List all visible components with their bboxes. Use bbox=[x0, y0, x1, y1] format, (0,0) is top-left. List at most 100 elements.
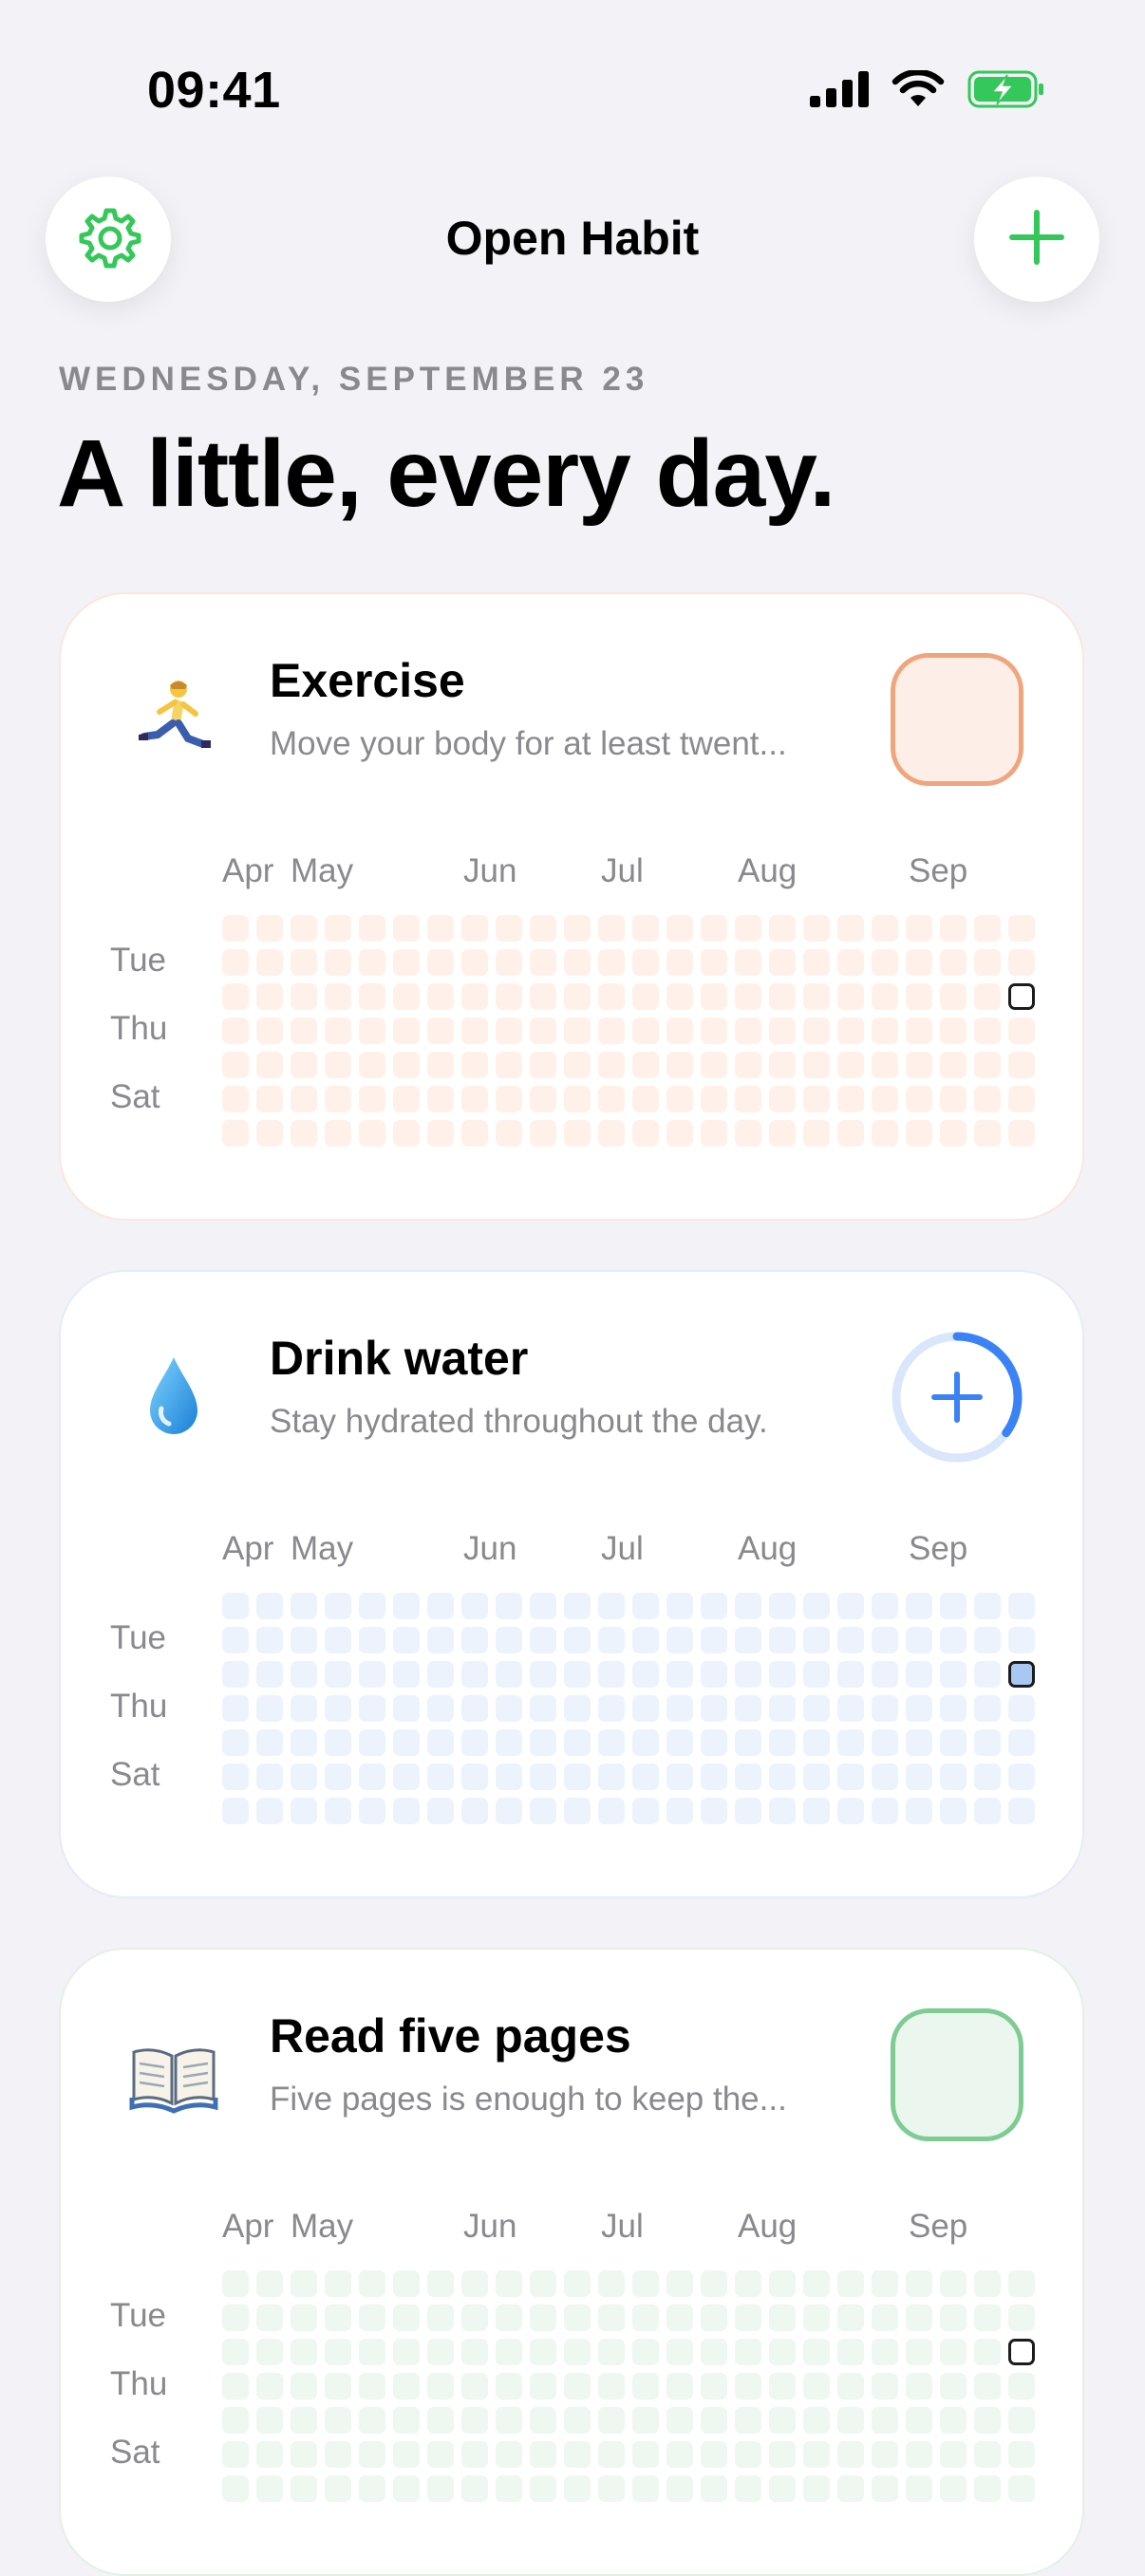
heatmap-cell bbox=[837, 915, 864, 942]
complete-today-checkbox[interactable] bbox=[891, 2008, 1023, 2141]
heatmap-cell bbox=[735, 2475, 761, 2502]
heatmap-cell bbox=[666, 1729, 693, 1756]
complete-today-checkbox[interactable] bbox=[891, 653, 1023, 786]
heatmap-cell bbox=[803, 2407, 830, 2434]
add-habit-button[interactable] bbox=[974, 177, 1099, 302]
heatmap-cell bbox=[496, 1120, 522, 1147]
heatmap-cell bbox=[530, 2407, 556, 2434]
heatmap-cell bbox=[735, 915, 761, 942]
heatmap-cell bbox=[735, 2373, 761, 2399]
heatmap-cell bbox=[837, 1052, 864, 1078]
habit-card-drink-water[interactable]: Drink water Stay hydrated throughout the… bbox=[59, 1270, 1084, 1898]
heatmap-cell bbox=[564, 1017, 591, 1044]
heatmap-cell bbox=[632, 2373, 659, 2399]
habit-description: Stay hydrated throughout the day. bbox=[270, 1403, 768, 1440]
heatmap-cell bbox=[906, 1764, 932, 1790]
heatmap-cell bbox=[359, 1729, 385, 1756]
heatmap-cell bbox=[701, 2475, 727, 2502]
heatmap-cell bbox=[940, 2339, 967, 2365]
heatmap-cell bbox=[393, 1729, 420, 1756]
heatmap-cell bbox=[906, 2407, 932, 2434]
heatmap-cell bbox=[359, 2270, 385, 2297]
heatmap-cell bbox=[837, 1764, 864, 1790]
heatmap-cell bbox=[940, 1798, 967, 1824]
heatmap-cell bbox=[974, 2407, 1001, 2434]
heatmap-cell bbox=[1008, 915, 1035, 942]
heatmap-cell bbox=[393, 915, 420, 942]
heatmap-cell bbox=[393, 1661, 420, 1688]
heatmap-cell bbox=[1008, 2270, 1035, 2297]
heatmap-cell bbox=[256, 1120, 283, 1147]
heatmap-months: Apr May Jun Jul Aug Sep bbox=[61, 1530, 1086, 1577]
heatmap-cell-today bbox=[1008, 2339, 1035, 2365]
heatmap-cell bbox=[530, 1798, 556, 1824]
heatmap-cell bbox=[359, 1017, 385, 1044]
heatmap-cell bbox=[530, 1695, 556, 1722]
heatmap-cell bbox=[256, 1695, 283, 1722]
day-label: Thu bbox=[110, 2365, 168, 2402]
heatmap-cell bbox=[393, 2339, 420, 2365]
heatmap-cell bbox=[701, 2407, 727, 2434]
open-book-emoji-icon bbox=[122, 2022, 226, 2126]
heatmap-cell bbox=[974, 2475, 1001, 2502]
heatmap-cell bbox=[632, 1593, 659, 1619]
heatmap-cell bbox=[325, 1052, 351, 1078]
heatmap-cell bbox=[940, 1052, 967, 1078]
heatmap-cell bbox=[769, 1661, 796, 1688]
heatmap-cell bbox=[427, 2373, 454, 2399]
heatmap-cell bbox=[666, 915, 693, 942]
heatmap-cell bbox=[598, 1052, 625, 1078]
heatmap-cell bbox=[461, 1017, 488, 1044]
heatmap-cell bbox=[872, 1120, 898, 1147]
heatmap-cell bbox=[291, 2373, 317, 2399]
heatmap-cell bbox=[940, 1729, 967, 1756]
progress-ring-button[interactable] bbox=[891, 1331, 1023, 1464]
heatmap-cell bbox=[701, 1661, 727, 1688]
heatmap-cell bbox=[735, 2339, 761, 2365]
heatmap-cell bbox=[461, 1764, 488, 1790]
heatmap-cell bbox=[496, 1798, 522, 1824]
heatmap-cell bbox=[564, 1593, 591, 1619]
heatmap-cell bbox=[837, 2475, 864, 2502]
heatmap-cell bbox=[359, 2373, 385, 2399]
heatmap-cell bbox=[393, 2475, 420, 2502]
heatmap-cell bbox=[222, 1086, 249, 1112]
heatmap-cell bbox=[803, 1764, 830, 1790]
heatmap-cell bbox=[393, 2407, 420, 2434]
heatmap-cell bbox=[530, 1627, 556, 1653]
heatmap-cell bbox=[256, 1593, 283, 1619]
heatmap-cell bbox=[940, 2441, 967, 2468]
heatmap-cell bbox=[769, 1052, 796, 1078]
heatmap-cell bbox=[291, 1661, 317, 1688]
cellular-signal-icon bbox=[810, 71, 869, 112]
heatmap-cell bbox=[359, 1798, 385, 1824]
heatmap-cell bbox=[872, 1052, 898, 1078]
heatmap-cell bbox=[496, 2270, 522, 2297]
heatmap-cell bbox=[974, 1695, 1001, 1722]
heatmap-cell bbox=[256, 2339, 283, 2365]
heatmap-cell bbox=[872, 2305, 898, 2331]
heatmap-cell bbox=[530, 1086, 556, 1112]
habit-card-read-five-pages[interactable]: Read five pages Five pages is enough to … bbox=[59, 1948, 1084, 2576]
habit-card-exercise[interactable]: Exercise Move your body for at least twe… bbox=[59, 592, 1084, 1221]
heatmap-cell bbox=[427, 2305, 454, 2331]
heatmap-cell bbox=[291, 2305, 317, 2331]
heatmap-cell bbox=[872, 1017, 898, 1044]
heatmap-cell bbox=[940, 1120, 967, 1147]
heatmap-cell bbox=[427, 2270, 454, 2297]
heatmap-cell bbox=[222, 2475, 249, 2502]
heatmap-cell bbox=[530, 2441, 556, 2468]
day-label: Tue bbox=[110, 2297, 167, 2334]
heatmap-cell bbox=[735, 1695, 761, 1722]
heatmap-cell bbox=[769, 1086, 796, 1112]
heatmap-cell bbox=[701, 1729, 727, 1756]
heatmap-cell bbox=[666, 1052, 693, 1078]
heatmap-cell bbox=[256, 1764, 283, 1790]
heatmap-cell bbox=[496, 2305, 522, 2331]
heatmap-cell bbox=[872, 2407, 898, 2434]
heatmap-cell bbox=[906, 2339, 932, 2365]
heatmap-cell bbox=[325, 1798, 351, 1824]
heatmap-cell bbox=[666, 983, 693, 1010]
heatmap-cell bbox=[837, 1086, 864, 1112]
heatmap-cell bbox=[1008, 1086, 1035, 1112]
